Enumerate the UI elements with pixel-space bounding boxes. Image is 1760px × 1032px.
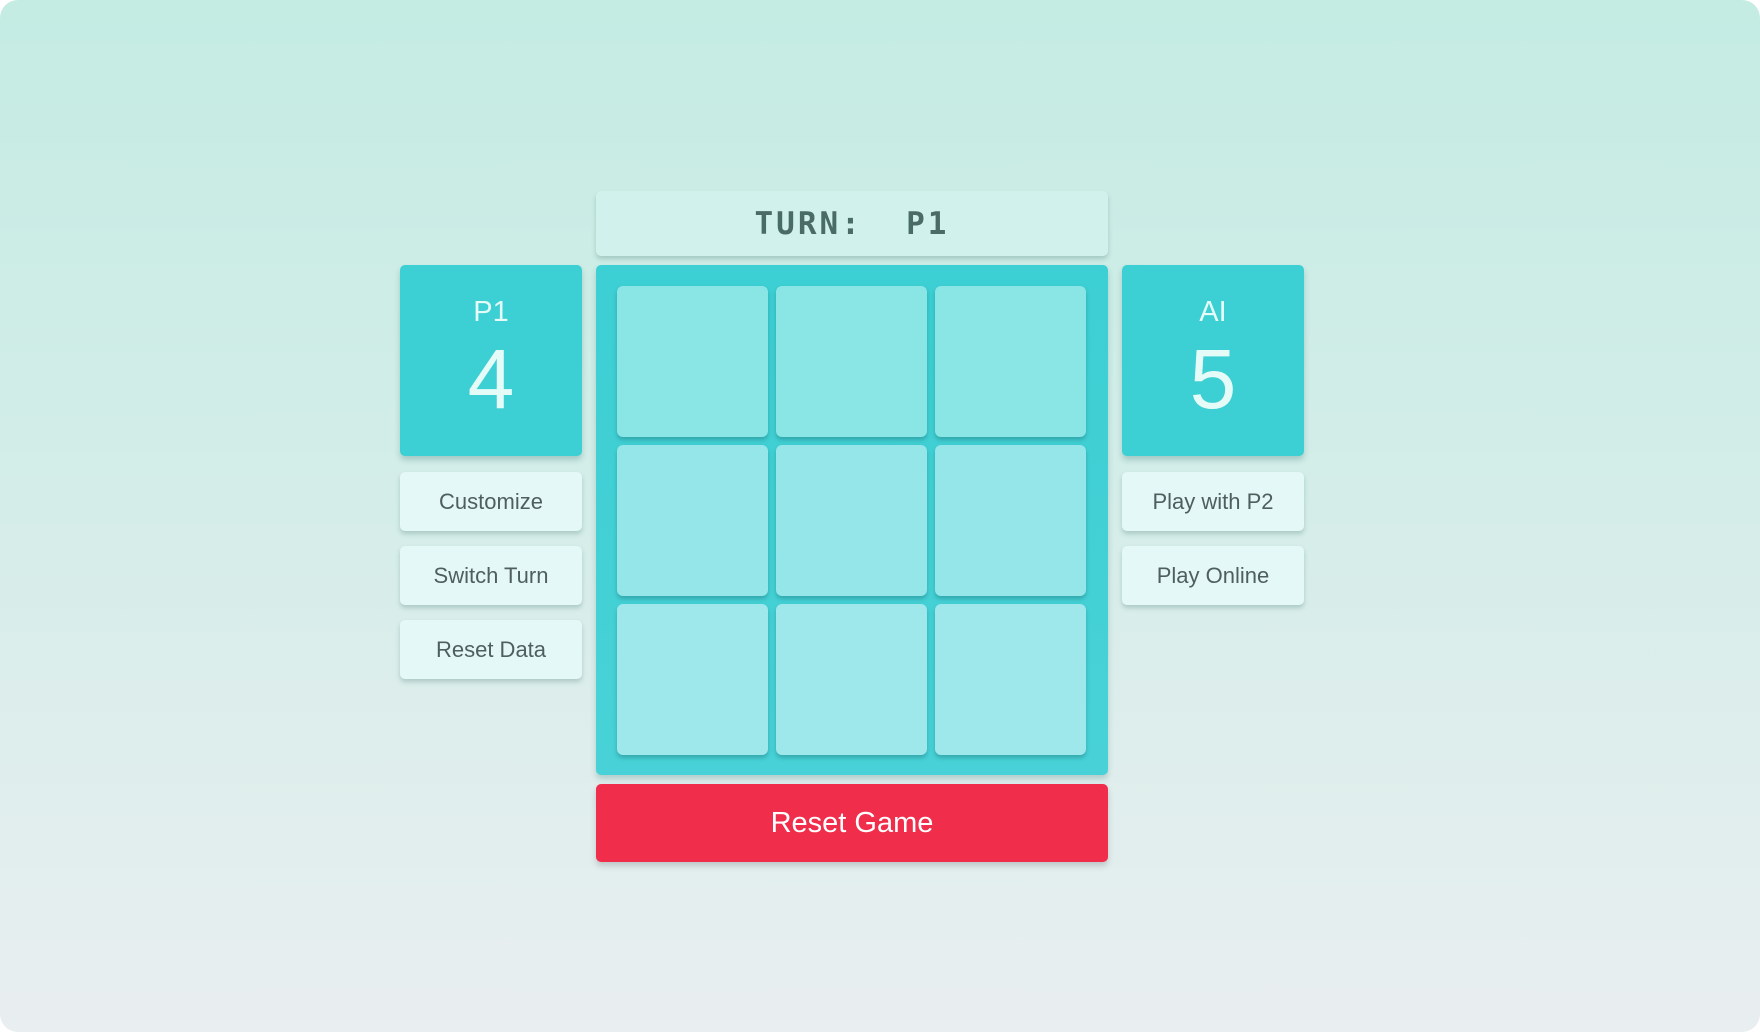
board-cell-r2-c2[interactable] <box>776 445 927 596</box>
play-online-button[interactable]: Play Online <box>1122 546 1304 605</box>
ai-score: 5 <box>1189 332 1237 426</box>
reset-data-button[interactable]: Reset Data <box>400 620 582 679</box>
game-page: TURN: P1 P1 4 Customize Switch Turn Rese… <box>0 0 1760 1032</box>
board-cell-r1-c3[interactable] <box>935 286 1086 437</box>
player1-score: 4 <box>467 332 515 426</box>
board-cell-r2-c3[interactable] <box>935 445 1086 596</box>
board-cell-r3-c1[interactable] <box>617 604 768 755</box>
turn-indicator: TURN: P1 <box>596 191 1108 256</box>
reset-game-button[interactable]: Reset Game <box>596 784 1108 862</box>
switch-turn-button[interactable]: Switch Turn <box>400 546 582 605</box>
player1-score-card: P1 4 <box>400 265 582 456</box>
game-board <box>596 265 1108 775</box>
customize-button[interactable]: Customize <box>400 472 582 531</box>
board-cell-r2-c1[interactable] <box>617 445 768 596</box>
play-with-p2-button[interactable]: Play with P2 <box>1122 472 1304 531</box>
board-cell-r1-c1[interactable] <box>617 286 768 437</box>
player1-name: P1 <box>473 296 509 328</box>
board-cell-r3-c2[interactable] <box>776 604 927 755</box>
ai-score-card: AI 5 <box>1122 265 1304 456</box>
board-cell-r1-c2[interactable] <box>776 286 927 437</box>
turn-text: TURN: P1 <box>754 205 950 242</box>
ai-name: AI <box>1199 296 1227 328</box>
board-cell-r3-c3[interactable] <box>935 604 1086 755</box>
